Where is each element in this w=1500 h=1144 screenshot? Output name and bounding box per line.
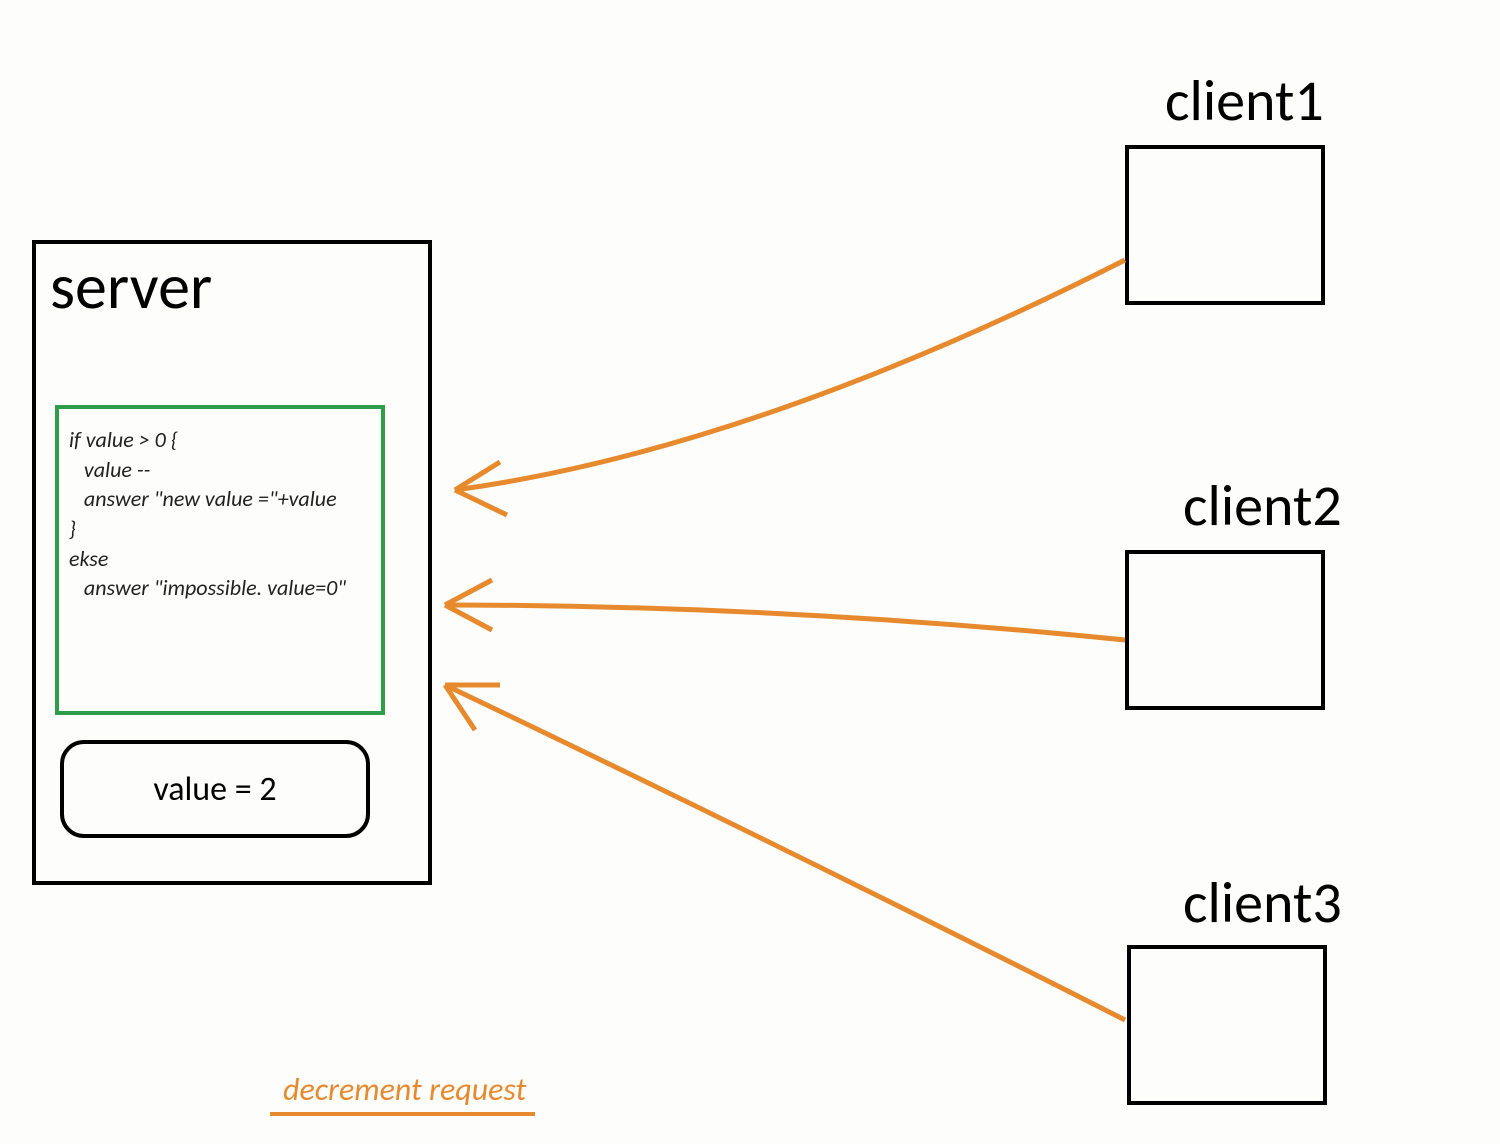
legend-label: decrement request bbox=[283, 1070, 526, 1109]
arrow-client1-head bbox=[455, 462, 507, 515]
client1-label: client1 bbox=[1165, 65, 1324, 136]
server-code-box: if value > 0 { value -- answer "new valu… bbox=[55, 405, 385, 715]
legend-line bbox=[270, 1112, 535, 1116]
client2-label: client2 bbox=[1183, 470, 1342, 541]
client1-box bbox=[1125, 145, 1325, 305]
arrow-client3-head bbox=[445, 685, 500, 730]
server-value-label: value = 2 bbox=[153, 769, 276, 810]
arrow-client1 bbox=[455, 260, 1125, 490]
server-value-box: value = 2 bbox=[60, 740, 370, 838]
client2-box bbox=[1125, 550, 1325, 710]
server-title: server bbox=[50, 248, 212, 326]
arrow-client2-head bbox=[445, 580, 492, 630]
arrow-client2 bbox=[445, 605, 1125, 640]
client3-box bbox=[1127, 945, 1327, 1105]
arrow-client3 bbox=[445, 685, 1125, 1020]
client3-label: client3 bbox=[1183, 867, 1342, 938]
